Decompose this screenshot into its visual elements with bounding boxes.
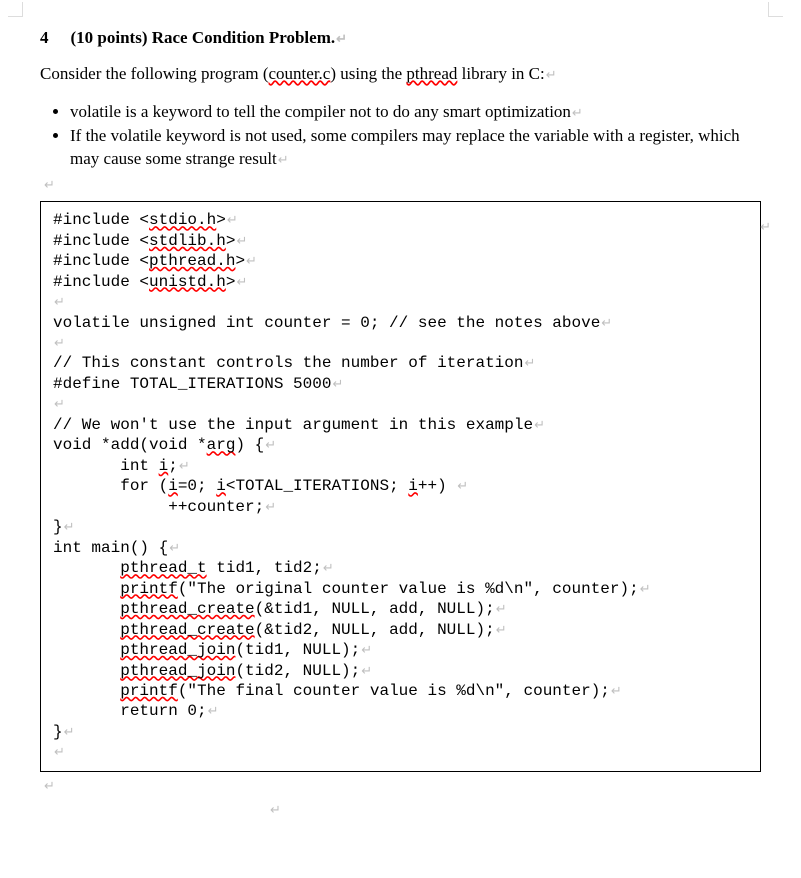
code-token: i: [159, 457, 169, 475]
pilcrow-icon: ↵: [533, 417, 545, 432]
pilcrow-icon: ↵: [53, 335, 65, 350]
code-line: pthread_create(&tid1, NULL, add, NULL);↵: [53, 599, 748, 619]
code-token: printf: [120, 580, 178, 598]
pilcrow-icon: ↵: [360, 663, 372, 678]
pilcrow-icon: ↵: [53, 294, 65, 309]
heading: 4 (10 points) Race Condition Problem.↵: [40, 28, 761, 48]
code-token: printf: [120, 682, 178, 700]
pilcrow-icon: ↵: [63, 519, 75, 534]
margin-corner-icon: [8, 2, 23, 17]
code-line: void *add(void *arg) {↵: [53, 435, 748, 455]
code-line: ↵: [53, 333, 748, 353]
pilcrow-icon: ↵: [264, 499, 276, 514]
code-line: // This constant controls the number of …: [53, 353, 748, 373]
pilcrow-icon: ↵: [322, 560, 334, 575]
pilcrow-icon: ↵: [360, 642, 372, 657]
code-line: int i;↵: [53, 456, 748, 476]
code-line: }↵: [53, 517, 748, 537]
intro-file: counter.c: [269, 64, 331, 83]
code-line: #include <unistd.h>↵: [53, 272, 748, 292]
code-token: i: [168, 477, 178, 495]
code-token: stdlib.h: [149, 232, 226, 250]
list-item-text: volatile is a keyword to tell the compil…: [70, 102, 571, 121]
code-line: ↵: [53, 292, 748, 312]
pilcrow-icon: ↵: [270, 802, 761, 818]
pilcrow-icon: ↵: [331, 376, 343, 391]
code-token: pthread_create: [120, 621, 254, 639]
pilcrow-icon: ↵: [277, 152, 289, 167]
intro-mid: ) using the: [330, 64, 406, 83]
pilcrow-icon: ↵: [168, 540, 180, 555]
code-block: #include <stdio.h>↵#include <stdlib.h>↵#…: [40, 201, 761, 772]
intro-post: library in C:: [457, 64, 544, 83]
list-item-text: If the volatile keyword is not used, som…: [70, 126, 740, 169]
pilcrow-icon: ↵: [495, 622, 507, 637]
pilcrow-icon: ↵: [610, 683, 622, 698]
code-token: pthread_join: [120, 662, 235, 680]
bullet-list: volatile is a keyword to tell the compil…: [40, 100, 761, 171]
code-token: pthread_join: [120, 641, 235, 659]
code-token: pthread_create: [120, 600, 254, 618]
pilcrow-icon: ↵: [44, 177, 761, 193]
pilcrow-icon: ↵: [456, 478, 468, 493]
code-line: ↵: [53, 394, 748, 414]
pilcrow-icon: ↵: [335, 31, 347, 46]
intro-lib: pthread: [406, 64, 457, 83]
code-line: for (i=0; i<TOTAL_ITERATIONS; i++) ↵: [53, 476, 748, 496]
pilcrow-icon: ↵: [53, 396, 65, 411]
pilcrow-icon: ↵: [571, 105, 583, 120]
pilcrow-icon: ↵: [226, 212, 238, 227]
intro-paragraph: Consider the following program (counter.…: [40, 62, 761, 86]
pilcrow-icon: ↵: [639, 581, 651, 596]
code-token: pthread_t: [120, 559, 206, 577]
pilcrow-icon: ↵: [235, 274, 247, 289]
pilcrow-icon: ↵: [207, 703, 219, 718]
code-line: volatile unsigned int counter = 0; // se…: [53, 313, 748, 333]
pilcrow-icon: ↵: [545, 67, 557, 82]
code-token: unistd.h: [149, 273, 226, 291]
code-line: // We won't use the input argument in th…: [53, 415, 748, 435]
code-line: pthread_create(&tid2, NULL, add, NULL);↵: [53, 620, 748, 640]
heading-points: (10 points): [71, 28, 148, 47]
pilcrow-icon: ↵: [63, 724, 75, 739]
heading-title: (10 points) Race Condition Problem.↵: [71, 28, 348, 48]
code-line: #define TOTAL_ITERATIONS 5000↵: [53, 374, 748, 394]
code-token: pthread.h: [149, 252, 235, 270]
code-line: pthread_t tid1, tid2;↵: [53, 558, 748, 578]
code-line: ++counter;↵: [53, 497, 748, 517]
code-line: pthread_join(tid2, NULL);↵: [53, 661, 748, 681]
heading-number: 4: [40, 28, 49, 48]
pilcrow-icon: ↵: [600, 315, 612, 330]
page: 4 (10 points) Race Condition Problem.↵ C…: [0, 0, 801, 866]
pilcrow-icon: ↵: [760, 219, 771, 235]
code-token: arg: [207, 436, 236, 454]
list-item: If the volatile keyword is not used, som…: [70, 124, 761, 172]
margin-corner-icon: [768, 2, 783, 17]
pilcrow-icon: ↵: [523, 355, 535, 370]
heading-title-text: Race Condition Problem.: [152, 28, 335, 47]
pilcrow-icon: ↵: [44, 778, 761, 794]
code-line: return 0;↵: [53, 701, 748, 721]
pilcrow-icon: ↵: [53, 744, 65, 759]
code-line: pthread_join(tid1, NULL);↵: [53, 640, 748, 660]
code-line: int main() {↵: [53, 538, 748, 558]
code-line: #include <stdlib.h>↵: [53, 231, 748, 251]
code-line: #include <pthread.h>↵: [53, 251, 748, 271]
intro-pre: Consider the following program (: [40, 64, 269, 83]
list-item: volatile is a keyword to tell the compil…: [70, 100, 761, 124]
pilcrow-icon: ↵: [178, 458, 190, 473]
pilcrow-icon: ↵: [235, 233, 247, 248]
code-line: ↵: [53, 742, 748, 762]
pilcrow-icon: ↵: [264, 437, 276, 452]
code-line: printf("The original counter value is %d…: [53, 579, 748, 599]
pilcrow-icon: ↵: [495, 601, 507, 616]
pilcrow-icon: ↵: [245, 253, 257, 268]
code-line: }↵: [53, 722, 748, 742]
code-token: i: [216, 477, 226, 495]
code-line: printf("The final counter value is %d\n"…: [53, 681, 748, 701]
code-line: #include <stdio.h>↵: [53, 210, 748, 230]
code-token: i: [408, 477, 418, 495]
code-token: stdio.h: [149, 211, 216, 229]
